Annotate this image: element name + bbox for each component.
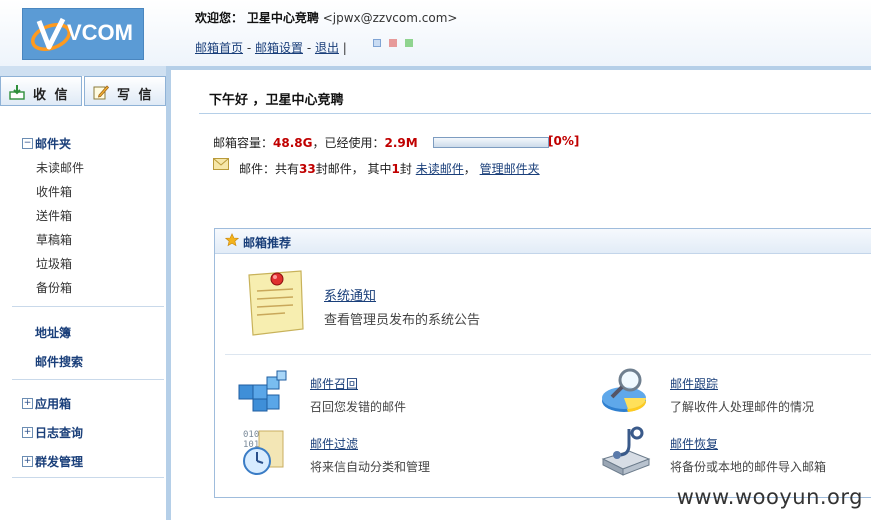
- user-name: 卫星中心竞聘: [246, 11, 319, 25]
- mail-restore-desc: 将备份或本地的邮件导入邮箱: [670, 460, 827, 474]
- nav-separator: -: [243, 41, 255, 55]
- mail-search-link[interactable]: 邮件搜索: [35, 353, 83, 370]
- expand-icon[interactable]: +: [22, 427, 33, 438]
- theme-swatch-red[interactable]: [389, 39, 397, 47]
- main-panel: 下午好 ，卫星中心竞聘 邮箱容量：48.8G，已经使用：2.9M [0%] 邮件…: [171, 66, 871, 520]
- recommend-header: 邮箱推荐: [215, 229, 871, 254]
- expand-icon[interactable]: +: [22, 398, 33, 409]
- mail-filter-link[interactable]: 邮件过滤: [310, 435, 358, 452]
- divider: [12, 306, 164, 307]
- mail-settings-link[interactable]: 邮箱设置: [255, 41, 303, 55]
- envelope-icon: [213, 158, 229, 170]
- quota-total: 48.8G: [273, 136, 313, 150]
- folder-inbox[interactable]: 收件箱: [36, 183, 72, 200]
- used-percent: [0%]: [548, 134, 580, 148]
- user-email: <jpwx@zzvcom.com>: [322, 11, 458, 25]
- receive-mail-button[interactable]: 收 信: [0, 76, 82, 106]
- expand-icon[interactable]: +: [22, 456, 33, 467]
- mail-summary-mid: 封邮件， 其中: [315, 162, 392, 176]
- restore-disk-stethoscope-icon: [601, 426, 651, 476]
- mail-tracking-link[interactable]: 邮件跟踪: [670, 375, 718, 392]
- recall-cubes-icon: [238, 370, 287, 412]
- theme-swatch-green[interactable]: [405, 39, 413, 47]
- top-nav: 邮箱首页 - 邮箱设置 - 退出 |: [195, 39, 347, 56]
- nav-separator: -: [303, 41, 315, 55]
- mail-recall-link[interactable]: 邮件召回: [310, 375, 358, 392]
- mail-tracking-desc: 了解收件人处理邮件的情况: [670, 400, 815, 414]
- used-label: ，已经使用：: [312, 136, 385, 150]
- comma: ，: [463, 162, 476, 176]
- quota-line: 邮箱容量：48.8G，已经使用：2.9M: [213, 134, 418, 151]
- watermark: www.wooyun.org: [676, 485, 863, 509]
- greeting-text: 下午好 ，卫星中心竞聘: [209, 93, 344, 108]
- compose-pencil-icon: [93, 85, 109, 100]
- folder-sent[interactable]: 送件箱: [36, 207, 72, 224]
- mail-summary: 邮件：共有33封邮件， 其中1封 未读邮件， 管理邮件夹: [239, 160, 540, 177]
- compose-mail-label: 写 信: [117, 88, 154, 103]
- mail-restore-link[interactable]: 邮件恢复: [670, 435, 718, 452]
- folder-backup[interactable]: 备份箱: [36, 279, 72, 296]
- used-value: 2.9M: [384, 136, 418, 150]
- nav-separator: |: [338, 41, 347, 55]
- mail-summary-prefix: 邮件：共有: [239, 162, 300, 176]
- sidebar: 收 信 写 信 − 邮件夹 未读邮件 收件箱 送件箱 草稿箱 垃圾箱 备份箱 地…: [0, 66, 171, 520]
- folder-drafts[interactable]: 草稿箱: [36, 231, 72, 248]
- apps-heading[interactable]: 应用箱: [35, 395, 71, 412]
- mail-folder-heading[interactable]: 邮件夹: [35, 135, 71, 152]
- divider: [12, 379, 164, 380]
- divider: [225, 354, 871, 355]
- address-book-link[interactable]: 地址簿: [35, 324, 71, 341]
- top-header: VCOM 欢迎您： 卫星中心竞聘 <jpwx@zzvcom.com> 邮箱首页 …: [0, 0, 871, 66]
- welcome-label: 欢迎您：: [195, 11, 244, 25]
- divider: [199, 113, 871, 114]
- compose-mail-button[interactable]: 写 信: [84, 76, 166, 106]
- logout-link[interactable]: 退出: [315, 41, 339, 55]
- receive-mail-label: 收 信: [33, 88, 70, 103]
- notice-note-icon: [248, 270, 304, 336]
- theme-swatch-blue[interactable]: [373, 39, 381, 47]
- tracking-pie-magnifier-icon: [602, 368, 647, 412]
- logo[interactable]: VCOM: [22, 8, 144, 60]
- manage-folders-link[interactable]: 管理邮件夹: [480, 162, 540, 176]
- group-send-heading[interactable]: 群发管理: [35, 453, 83, 470]
- log-query-heading[interactable]: 日志查询: [35, 424, 83, 441]
- star-icon: [225, 233, 239, 247]
- mail-filter-desc: 将来信自动分类和管理: [310, 460, 431, 474]
- quota-progress-bar: [433, 137, 549, 148]
- logo-text: VCOM: [67, 20, 133, 45]
- recommend-panel: 邮箱推荐 系统通知 查看管理员发布的系统公告 邮件召回 召回您发错的邮件 邮件跟…: [214, 228, 871, 498]
- system-notice-link[interactable]: 系统通知: [324, 285, 376, 304]
- collapse-icon[interactable]: −: [22, 138, 33, 149]
- filter-binary-clock-icon: 0101 1010: [243, 430, 284, 475]
- mail-count: 33: [299, 162, 316, 176]
- unread-mail-link[interactable]: 未读邮件: [416, 162, 464, 176]
- sidebar-top-strip: [0, 66, 166, 76]
- mail-summary-suffix: 封: [399, 162, 412, 176]
- welcome-line: 欢迎您： 卫星中心竞聘 <jpwx@zzvcom.com>: [195, 9, 457, 26]
- quota-label: 邮箱容量：: [213, 136, 274, 150]
- recommend-title: 邮箱推荐: [243, 236, 292, 250]
- folder-trash[interactable]: 垃圾箱: [36, 255, 72, 272]
- mail-home-link[interactable]: 邮箱首页: [195, 41, 243, 55]
- divider: [12, 477, 164, 478]
- unread-count: 1: [391, 162, 400, 176]
- folder-unread[interactable]: 未读邮件: [36, 159, 84, 176]
- inbox-download-icon: [9, 85, 25, 100]
- system-notice-desc: 查看管理员发布的系统公告: [324, 313, 481, 328]
- mail-recall-desc: 召回您发错的邮件: [310, 400, 407, 414]
